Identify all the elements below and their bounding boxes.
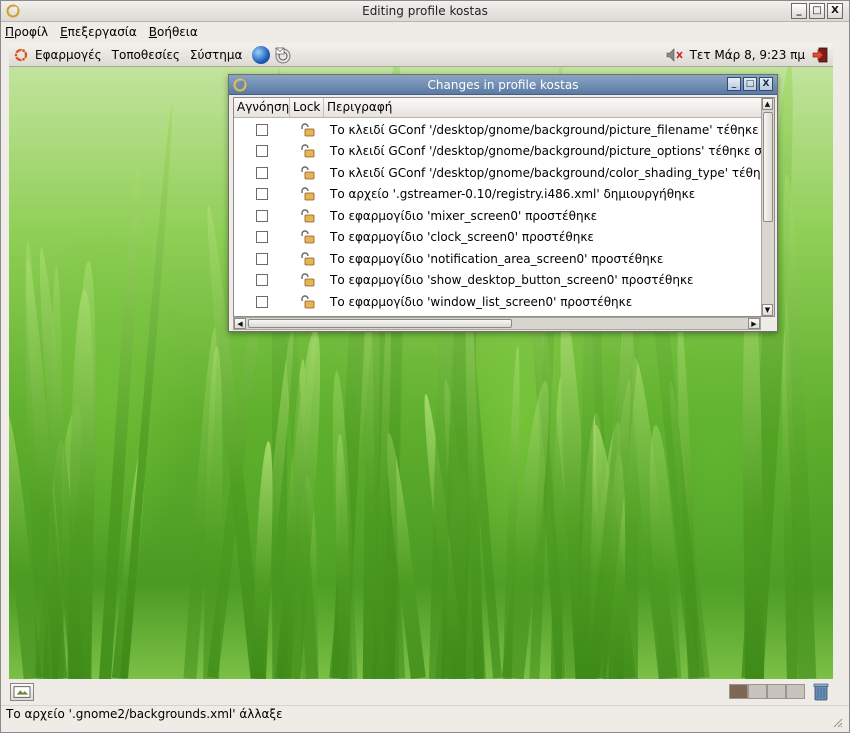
horizontal-scroll-thumb[interactable] <box>248 319 512 328</box>
table-row[interactable]: Το αρχείο '.gstreamer-0.10/registry.i486… <box>234 184 762 206</box>
menu-help[interactable]: Βοήθεια <box>149 25 198 39</box>
panel-menu-system[interactable]: Σύστημα <box>190 48 243 62</box>
lock-icon[interactable] <box>299 144 315 158</box>
change-description: Το εφαρμογίδιο 'mixer_screen0' προστέθηκ… <box>330 208 598 223</box>
column-header-ignore[interactable]: Αγνόηση <box>234 98 290 118</box>
horizontal-scrollbar[interactable]: ◀ ▶ <box>233 317 761 330</box>
panel-menu-places[interactable]: Τοποθεσίες <box>112 48 180 62</box>
panel-menu-applications[interactable]: Εφαρμογές <box>35 48 102 62</box>
lock-icon[interactable] <box>299 230 315 244</box>
show-desktop-icon[interactable] <box>10 683 34 701</box>
logout-icon[interactable] <box>811 46 829 64</box>
lock-icon[interactable] <box>299 273 315 287</box>
outer-titlebar[interactable]: Editing profile kostas _ □ X <box>1 1 849 22</box>
change-description: Το κλειδί GConf '/desktop/gnome/backgrou… <box>330 122 762 137</box>
change-description: Το κλειδί GConf '/desktop/gnome/backgrou… <box>330 144 762 159</box>
changes-dialog: Changes in profile kostas _ □ X Αγνόηση … <box>228 74 778 332</box>
close-button[interactable]: X <box>827 3 843 19</box>
window-title: Editing profile kostas <box>362 4 488 18</box>
gnome-bottom-panel <box>1 679 849 705</box>
scroll-left-arrow-icon[interactable]: ◀ <box>234 318 246 329</box>
dialog-maximize-button[interactable]: □ <box>743 77 757 91</box>
dialog-close-button[interactable]: X <box>759 77 773 91</box>
panel-clock[interactable]: Τετ Μάρ 8, 9:23 πμ <box>690 48 805 62</box>
resize-grip-icon[interactable] <box>831 716 843 728</box>
mail-client-icon[interactable] <box>274 46 292 64</box>
maximize-button[interactable]: □ <box>809 3 825 19</box>
scroll-down-arrow-icon[interactable]: ▼ <box>762 304 773 316</box>
list-header: Αγνόηση Lock Περιγραφή <box>234 98 762 118</box>
workspace-4[interactable] <box>786 684 805 699</box>
table-row[interactable]: Το κλειδί GConf '/desktop/gnome/backgrou… <box>234 141 762 163</box>
table-row[interactable]: Το κλειδί GConf '/desktop/gnome/backgrou… <box>234 119 762 141</box>
lock-icon[interactable] <box>299 166 315 180</box>
lock-icon[interactable] <box>299 187 315 201</box>
ignore-checkbox[interactable] <box>256 295 268 308</box>
menu-profile[interactable]: Προφίλ <box>5 25 48 39</box>
status-bar: Το αρχείο '.gnome2/backgrounds.xml' άλλα… <box>1 705 849 732</box>
gnome-top-panel: Εφαρμογές Τοποθεσίες Σύστημα Τετ Μάρ 8, … <box>9 43 833 67</box>
ignore-checkbox[interactable] <box>256 209 268 222</box>
web-browser-icon[interactable] <box>252 45 271 64</box>
change-description: Το εφαρμογίδιο 'clock_screen0' προστέθηκ… <box>330 230 594 245</box>
change-description: Το εφαρμογίδιο 'notification_area_screen… <box>330 251 664 266</box>
vertical-scrollbar[interactable]: ▲ ▼ <box>761 98 774 316</box>
ignore-checkbox[interactable] <box>256 188 268 201</box>
menubar: Προφίλ Επεξεργασία Βοήθεια <box>1 22 849 42</box>
ignore-checkbox[interactable] <box>256 166 268 179</box>
workspace-3[interactable] <box>767 684 786 699</box>
status-text: Το αρχείο '.gnome2/backgrounds.xml' άλλα… <box>6 707 283 721</box>
table-row[interactable]: Το εφαρμογίδιο 'mixer_screen0' προστέθηκ… <box>234 205 762 227</box>
outer-window: Editing profile kostas _ □ X Προφίλ Επεξ… <box>0 0 850 733</box>
table-row[interactable]: Το εφαρμογίδιο 'show_desktop_button_scre… <box>234 270 762 292</box>
change-description: Το εφαρμογίδιο 'window_list_screen0' προ… <box>330 294 633 309</box>
ignore-checkbox[interactable] <box>256 145 268 158</box>
menu-edit[interactable]: Επεξεργασία <box>60 25 137 39</box>
ignore-checkbox[interactable] <box>256 123 268 136</box>
dialog-minimize-button[interactable]: _ <box>727 77 741 91</box>
changes-rows: Το κλειδί GConf '/desktop/gnome/backgrou… <box>234 119 762 313</box>
column-header-description[interactable]: Περιγραφή <box>324 98 762 118</box>
changes-list: Αγνόηση Lock Περιγραφή Το κλειδί GConf '… <box>233 97 775 317</box>
vertical-scroll-thumb[interactable] <box>763 112 773 222</box>
workspace-1[interactable] <box>729 684 748 699</box>
trash-icon[interactable] <box>813 682 829 701</box>
lock-icon[interactable] <box>299 252 315 266</box>
workspace-switcher <box>729 684 805 699</box>
dialog-title: Changes in profile kostas <box>427 78 579 92</box>
workspace-2[interactable] <box>748 684 767 699</box>
lock-icon[interactable] <box>299 209 315 223</box>
change-description: Το αρχείο '.gstreamer-0.10/registry.i486… <box>330 187 696 202</box>
scroll-right-arrow-icon[interactable]: ▶ <box>748 318 760 329</box>
ubuntu-logo-icon[interactable] <box>13 47 29 63</box>
lock-icon[interactable] <box>299 295 315 309</box>
lock-icon[interactable] <box>299 123 315 137</box>
ignore-checkbox[interactable] <box>256 252 268 265</box>
volume-icon[interactable] <box>666 48 684 62</box>
scroll-up-arrow-icon[interactable]: ▲ <box>762 98 773 110</box>
dialog-titlebar[interactable]: Changes in profile kostas _ □ X <box>229 75 777 95</box>
change-description: Το κλειδί GConf '/desktop/gnome/backgrou… <box>330 165 762 180</box>
column-header-lock[interactable]: Lock <box>290 98 324 118</box>
table-row[interactable]: Το κλειδί GConf '/desktop/gnome/backgrou… <box>234 162 762 184</box>
table-row[interactable]: Το εφαρμογίδιο 'window_list_screen0' προ… <box>234 291 762 313</box>
ignore-checkbox[interactable] <box>256 274 268 287</box>
table-row[interactable]: Το εφαρμογίδιο 'notification_area_screen… <box>234 248 762 270</box>
minimize-button[interactable]: _ <box>791 3 807 19</box>
ignore-checkbox[interactable] <box>256 231 268 244</box>
change-description: Το εφαρμογίδιο 'show_desktop_button_scre… <box>330 273 694 288</box>
table-row[interactable]: Το εφαρμογίδιο 'clock_screen0' προστέθηκ… <box>234 227 762 249</box>
